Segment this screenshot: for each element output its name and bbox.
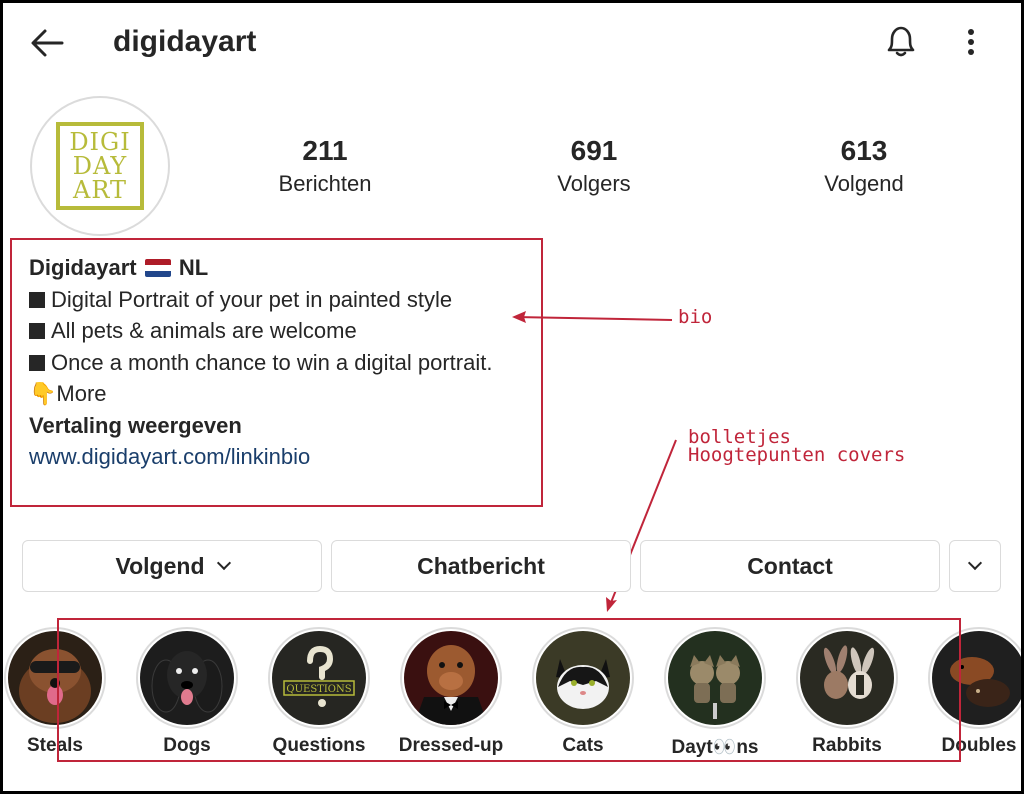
logo-line: ART (73, 176, 127, 204)
stat-followers-label: Volgers (557, 171, 631, 196)
contact-button[interactable]: Contact (640, 540, 940, 592)
profile-avatar[interactable]: DIGI DAY ART (30, 96, 170, 236)
more-options-icon[interactable] (956, 22, 986, 62)
stat-followers[interactable]: 691 Volgers (504, 133, 684, 199)
stat-posts-value: 211 (302, 135, 348, 166)
contact-button-label: Contact (747, 552, 833, 579)
message-button-label: Chatbericht (417, 552, 545, 579)
stat-followers-value: 691 (570, 135, 618, 166)
logo-line: DAY (72, 152, 128, 180)
message-button[interactable]: Chatbericht (331, 540, 631, 592)
bell-icon[interactable] (880, 20, 922, 62)
stat-following-label: Volgend (824, 171, 904, 196)
chevron-down-icon (967, 555, 983, 571)
stat-posts-label: Berichten (278, 171, 372, 196)
stat-following-value: 613 (840, 135, 888, 166)
stat-following[interactable]: 613 Volgend (774, 133, 954, 199)
highlights-annotation-box (57, 618, 961, 762)
profile-username: digidayart (113, 25, 257, 58)
back-arrow-icon[interactable] (26, 22, 68, 64)
suggested-accounts-button[interactable] (949, 540, 1001, 592)
digidayart-logo: DIGI DAY ART (56, 122, 144, 210)
stat-posts[interactable]: 211 Berichten (235, 133, 415, 199)
bio-annotation-note: bio (678, 306, 713, 328)
following-button-label: Volgend (115, 552, 205, 579)
bio-annotation-box (10, 238, 543, 507)
highlights-annotation-note-2: Hoogtepunten covers (688, 444, 906, 466)
logo-line: DIGI (69, 128, 131, 156)
chevron-down-icon (216, 555, 231, 571)
following-button[interactable]: Volgend (22, 540, 322, 592)
